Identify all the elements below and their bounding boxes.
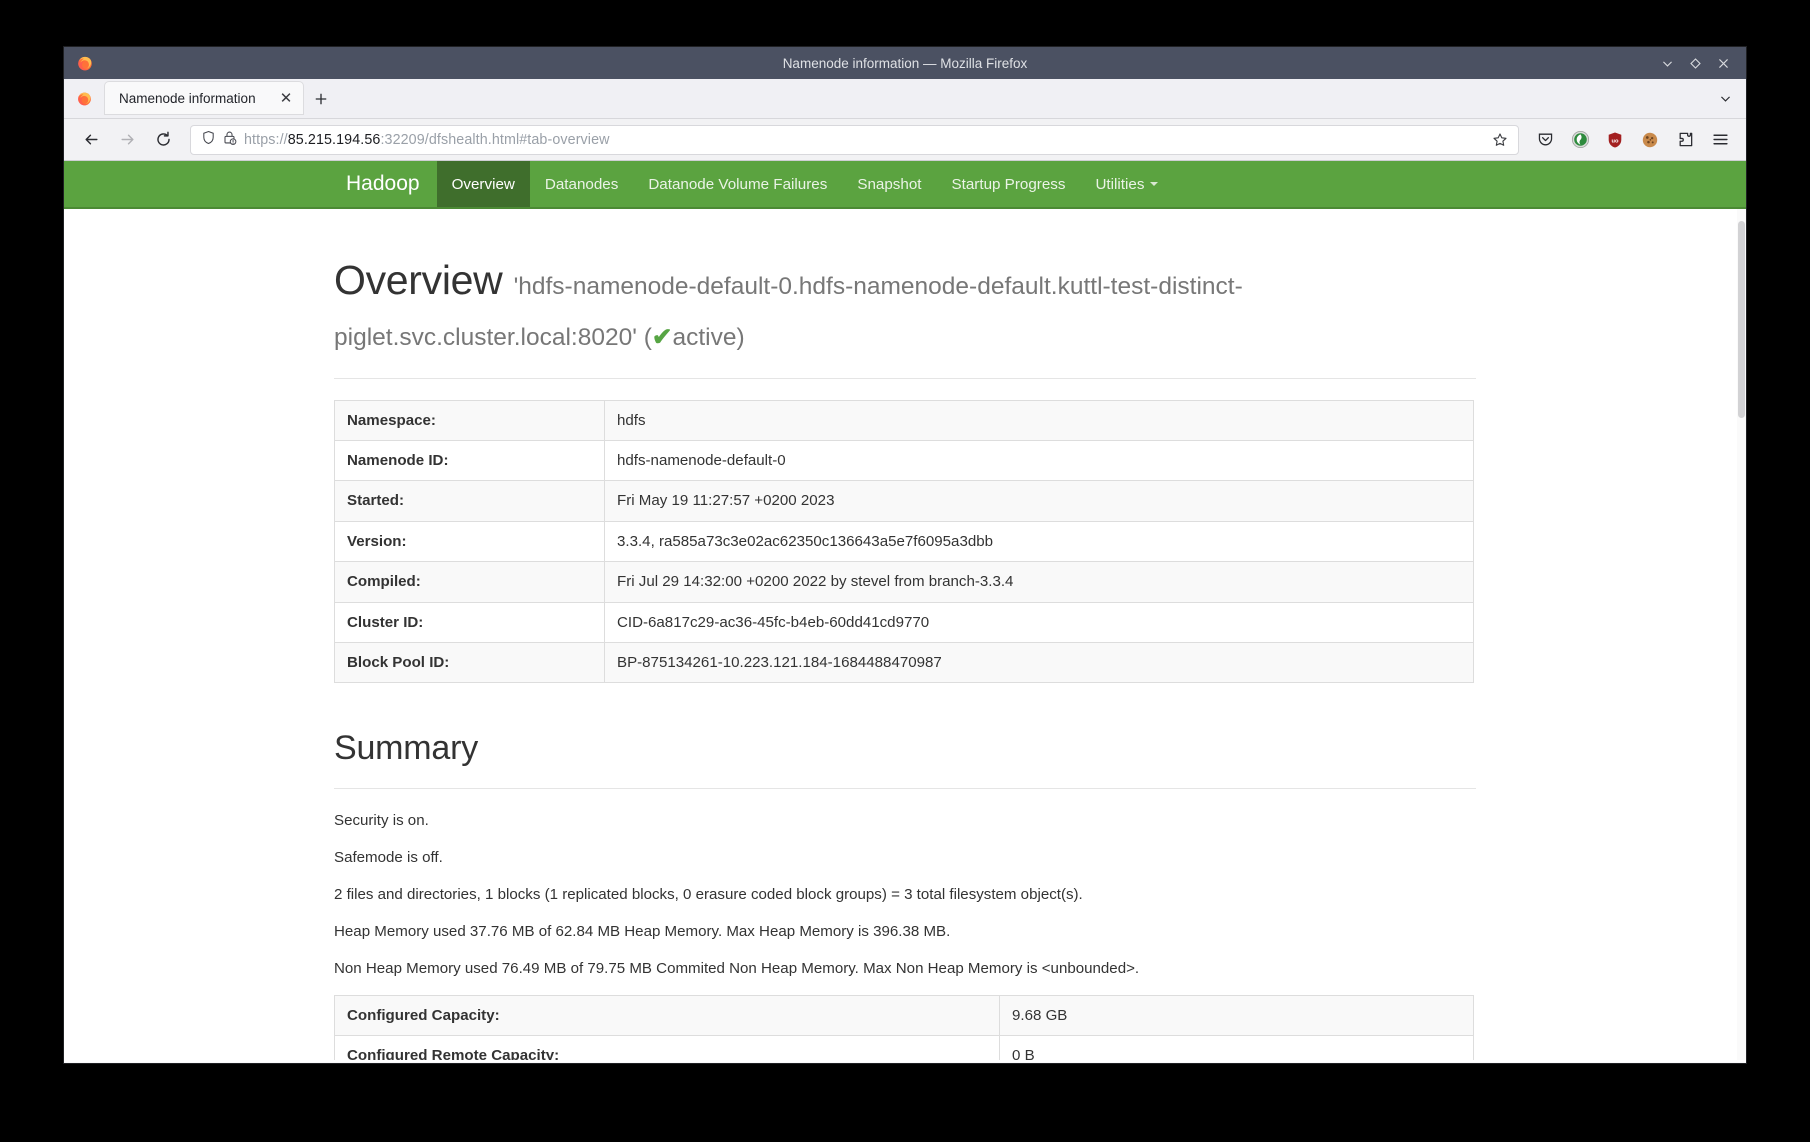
table-row: Compiled: Fri Jul 29 14:32:00 +0200 2022… — [335, 562, 1474, 602]
page-body: Overview 'hdfs-namenode-default-0.hdfs-n… — [64, 209, 1746, 1060]
nav-item-datanode-volume-failures-label: Datanode Volume Failures — [648, 176, 827, 193]
forward-button[interactable] — [110, 124, 144, 156]
ublock-origin-icon[interactable]: uo — [1599, 125, 1631, 155]
nav-item-overview-label: Overview — [452, 176, 515, 193]
row-value: CID-6a817c29-ac36-45fc-b4eb-60dd41cd9770 — [605, 602, 1474, 642]
extensions-icon[interactable] — [1669, 125, 1701, 155]
scrollbar-thumb[interactable] — [1738, 221, 1745, 418]
hadoop-navbar: Hadoop Overview Datanodes Datanode Volum… — [64, 161, 1746, 209]
row-key: Compiled: — [335, 562, 605, 602]
reload-button[interactable] — [146, 124, 180, 156]
svg-text:uo: uo — [1611, 138, 1619, 144]
url-path: :32209/dfshealth.html#tab-overview — [380, 132, 609, 148]
nav-item-utilities-label: Utilities — [1095, 176, 1144, 193]
tab-close-icon[interactable]: ✕ — [275, 87, 297, 109]
new-tab-button[interactable] — [304, 83, 338, 115]
nav-item-startup-progress-label: Startup Progress — [952, 176, 1066, 193]
nav-item-datanodes[interactable]: Datanodes — [530, 161, 633, 207]
page-viewport: Hadoop Overview Datanodes Datanode Volum… — [64, 161, 1746, 1062]
page-scrollbar[interactable] — [1737, 209, 1746, 1060]
content-container: Overview 'hdfs-namenode-default-0.hdfs-n… — [334, 209, 1476, 1060]
row-key: Version: — [335, 521, 605, 561]
status-badge: active — [672, 324, 736, 351]
summary-line-heap: Heap Memory used 37.76 MB of 62.84 MB He… — [334, 921, 1476, 943]
status-paren-open: ( — [644, 324, 652, 351]
table-row: Cluster ID: CID-6a817c29-ac36-45fc-b4eb-… — [335, 602, 1474, 642]
row-value: hdfs-namenode-default-0 — [605, 440, 1474, 480]
table-row: Version: 3.3.4, ra585a73c3e02ac62350c136… — [335, 521, 1474, 561]
browser-tab[interactable]: Namenode information ✕ — [104, 81, 304, 115]
row-key: Configured Remote Capacity: — [335, 1036, 1000, 1060]
tab-title: Namenode information — [119, 91, 267, 106]
table-row: Started: Fri May 19 11:27:57 +0200 2023 — [335, 481, 1474, 521]
summary-line-files: 2 files and directories, 1 blocks (1 rep… — [334, 884, 1476, 906]
tab-strip: Namenode information ✕ — [64, 79, 1746, 119]
list-all-tabs-icon[interactable] — [1708, 81, 1742, 115]
row-value: 3.3.4, ra585a73c3e02ac62350c136643a5e7f6… — [605, 521, 1474, 561]
pocket-icon[interactable] — [1529, 125, 1561, 155]
nav-item-datanode-volume-failures[interactable]: Datanode Volume Failures — [633, 161, 842, 207]
capacity-table: Configured Capacity: 9.68 GB Configured … — [334, 995, 1474, 1060]
namenode-info-table: Namespace: hdfs Namenode ID: hdfs-nameno… — [334, 400, 1474, 684]
row-value: 9.68 GB — [1000, 995, 1474, 1035]
tracking-protection-shield-icon[interactable] — [201, 130, 216, 150]
row-key: Namenode ID: — [335, 440, 605, 480]
status-check-icon: ✔ — [652, 324, 673, 351]
page-title: Overview 'hdfs-namenode-default-0.hdfs-n… — [334, 255, 1476, 358]
table-row: Namenode ID: hdfs-namenode-default-0 — [335, 440, 1474, 480]
bookmark-star-icon[interactable] — [1486, 127, 1514, 153]
app-menu-icon[interactable] — [1704, 125, 1736, 155]
url-scheme: https:// — [244, 132, 288, 148]
row-key: Block Pool ID: — [335, 643, 605, 683]
maximize-button[interactable] — [1682, 50, 1708, 76]
row-value: Fri May 19 11:27:57 +0200 2023 — [605, 481, 1474, 521]
toolbar-extension-icons: uo — [1529, 125, 1736, 155]
summary-divider — [334, 788, 1476, 789]
firefox-logo-icon — [70, 48, 100, 78]
title-divider — [334, 378, 1476, 379]
row-value: BP-875134261-10.223.121.184-168448847098… — [605, 643, 1474, 683]
address-bar[interactable]: https://85.215.194.56:32209/dfshealth.ht… — [190, 125, 1519, 155]
url-text[interactable]: https://85.215.194.56:32209/dfshealth.ht… — [244, 132, 1479, 148]
nav-item-overview[interactable]: Overview — [437, 161, 530, 207]
close-button[interactable] — [1710, 50, 1736, 76]
title-bar: Namenode information — Mozilla Firefox — [64, 47, 1746, 79]
minimize-button[interactable] — [1654, 50, 1680, 76]
nav-item-snapshot-label: Snapshot — [857, 176, 921, 193]
row-key: Cluster ID: — [335, 602, 605, 642]
table-row: Block Pool ID: BP-875134261-10.223.121.1… — [335, 643, 1474, 683]
nav-item-datanodes-label: Datanodes — [545, 176, 618, 193]
noscript-icon[interactable] — [1564, 125, 1596, 155]
nav-item-utilities[interactable]: Utilities — [1080, 161, 1173, 207]
navigation-toolbar: https://85.215.194.56:32209/dfshealth.ht… — [64, 119, 1746, 161]
table-row: Configured Capacity: 9.68 GB — [335, 995, 1474, 1035]
nav-item-startup-progress[interactable]: Startup Progress — [937, 161, 1081, 207]
back-button[interactable] — [74, 124, 108, 156]
row-key: Namespace: — [335, 400, 605, 440]
cookie-icon[interactable] — [1634, 125, 1666, 155]
window-title: Namenode information — Mozilla Firefox — [64, 56, 1746, 71]
hadoop-brand[interactable]: Hadoop — [329, 161, 437, 207]
browser-window: Namenode information — Mozilla Firefox N… — [64, 47, 1746, 1063]
summary-line-safemode: Safemode is off. — [334, 847, 1476, 869]
summary-heading: Summary — [334, 729, 1476, 768]
window-controls — [1654, 50, 1746, 76]
firefox-account-icon[interactable] — [64, 78, 104, 118]
row-key: Configured Capacity: — [335, 995, 1000, 1035]
site-identity-icons — [201, 130, 237, 150]
table-row: Namespace: hdfs — [335, 400, 1474, 440]
row-value: Fri Jul 29 14:32:00 +0200 2022 by stevel… — [605, 562, 1474, 602]
row-key: Started: — [335, 481, 605, 521]
page-title-main: Overview — [334, 257, 502, 303]
summary-line-nonheap: Non Heap Memory used 76.49 MB of 79.75 M… — [334, 958, 1476, 980]
status-paren-close: ) — [736, 324, 744, 351]
url-host: 85.215.194.56 — [288, 132, 381, 148]
summary-line-security: Security is on. — [334, 810, 1476, 832]
chevron-down-icon — [1150, 182, 1158, 186]
nav-item-snapshot[interactable]: Snapshot — [842, 161, 936, 207]
row-value: hdfs — [605, 400, 1474, 440]
connection-lock-warning-icon[interactable] — [222, 130, 237, 150]
row-value: 0 B — [1000, 1036, 1474, 1060]
table-row: Configured Remote Capacity: 0 B — [335, 1036, 1474, 1060]
